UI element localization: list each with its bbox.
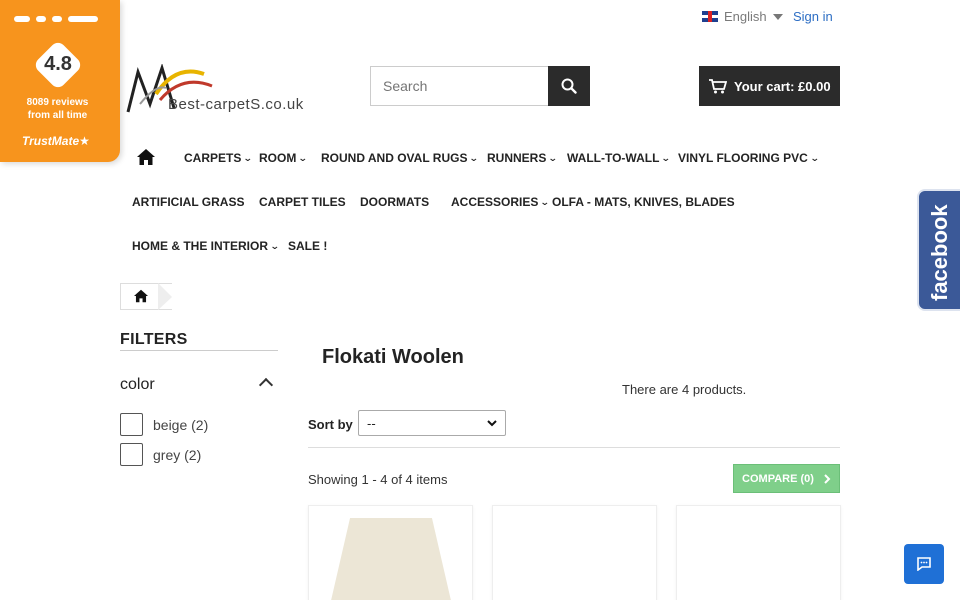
home-icon <box>134 289 148 303</box>
chevron-down-icon: ⌄ <box>243 152 254 163</box>
cart-button[interactable]: Your cart: £0.00 <box>699 66 840 106</box>
chevron-right-icon <box>824 473 831 484</box>
sign-in-link[interactable]: Sign in <box>793 9 833 24</box>
menu-item-carpet-tiles[interactable]: CARPET TILES <box>259 195 346 209</box>
product-card[interactable] <box>492 505 657 600</box>
search-bar <box>370 66 590 106</box>
menu-item-accessories[interactable]: ACCESSORIES ⌄ <box>451 195 551 209</box>
showing-items: Showing 1 - 4 of 4 items <box>308 472 448 487</box>
product-image[interactable] <box>327 518 455 600</box>
search-input[interactable] <box>370 66 548 106</box>
trustmate-dashes <box>14 16 98 22</box>
trustmate-logo: TrustMate★ <box>22 134 90 148</box>
rating-score: 4.8 <box>44 53 72 75</box>
caret-down-icon <box>772 13 783 20</box>
chevron-down-icon: ⌄ <box>548 152 559 163</box>
chevron-down-icon: ⌄ <box>269 240 280 251</box>
chevron-down-icon <box>487 419 497 426</box>
filter-option-label: grey (2) <box>153 446 202 463</box>
rating-diamond: 4.8 <box>32 39 84 91</box>
chevron-down-icon: ⌄ <box>809 152 820 163</box>
sort-select[interactable]: -- <box>358 410 506 436</box>
compare-button[interactable]: COMPARE (0) <box>733 464 840 493</box>
language-label: English <box>724 9 767 24</box>
menu-item-wall-to-wall[interactable]: WALL-TO-WALL ⌄ <box>567 151 672 165</box>
product-card[interactable] <box>308 505 473 600</box>
chevron-down-icon: ⌄ <box>540 196 551 207</box>
search-icon <box>561 78 577 94</box>
cart-label: Your cart: £0.00 <box>734 78 831 94</box>
menu-item-artificial-grass[interactable]: ARTIFICIAL GRASS <box>132 195 244 209</box>
sort-by-label: Sort by <box>308 417 353 432</box>
uk-flag-icon <box>702 11 718 22</box>
chevron-down-icon: ⌄ <box>298 152 309 163</box>
home-icon <box>137 149 155 165</box>
menu-item-carpets[interactable]: CARPETS ⌄ <box>184 151 254 165</box>
filter-option-label: beige (2) <box>153 416 209 433</box>
chat-button[interactable] <box>904 544 944 584</box>
facebook-label: facebook <box>927 204 952 301</box>
menu-item-olfa[interactable]: OLFA - MATS, KNIVES, BLADES <box>552 195 735 209</box>
sort-value: -- <box>367 415 376 431</box>
menu-item-home-interior[interactable]: HOME & THE INTERIOR ⌄ <box>132 239 280 253</box>
home-menu-button[interactable] <box>136 148 156 171</box>
chat-icon <box>917 557 931 571</box>
filters-title: FILTERS <box>120 331 188 348</box>
trustmate-badge[interactable]: 4.8 8089 reviews from all time TrustMate… <box>0 0 120 162</box>
checkbox[interactable] <box>120 443 143 466</box>
search-button[interactable] <box>548 66 590 106</box>
logo-text: Best-carpetS.co.uk <box>168 96 304 113</box>
breadcrumb-arrow <box>158 283 172 310</box>
product-card[interactable] <box>676 505 841 600</box>
breadcrumb-home[interactable] <box>133 289 149 308</box>
product-count: There are 4 products. <box>622 382 747 397</box>
menu-item-vinyl-flooring[interactable]: VINYL FLOORING PVC ⌄ <box>678 151 820 165</box>
facebook-tab[interactable]: facebook <box>917 189 960 311</box>
menu-item-sale[interactable]: SALE ! <box>288 239 327 253</box>
chevron-up-icon[interactable] <box>258 377 274 393</box>
cart-icon <box>709 78 727 93</box>
filter-option-grey[interactable]: grey (2) <box>120 443 201 466</box>
language-selector[interactable]: English <box>702 9 783 24</box>
menu-item-round-and-oval-rugs[interactable]: ROUND AND OVAL RUGS ⌄ <box>321 151 480 165</box>
site-logo[interactable]: Best-carpetS.co.uk <box>126 63 336 120</box>
star-icon: ★ <box>79 134 90 148</box>
menu-item-room[interactable]: ROOM ⌄ <box>259 151 309 165</box>
chevron-down-icon: ⌄ <box>469 152 480 163</box>
page-title: Flokati Woolen <box>322 346 464 368</box>
chevron-down-icon: ⌄ <box>661 152 672 163</box>
filter-option-beige[interactable]: beige (2) <box>120 413 208 436</box>
checkbox[interactable] <box>120 413 143 436</box>
divider <box>308 447 840 448</box>
filters-divider <box>120 350 278 351</box>
review-count: 8089 reviews from all time <box>26 97 89 121</box>
facet-color-title[interactable]: color <box>120 376 155 394</box>
menu-item-runners[interactable]: RUNNERS ⌄ <box>487 151 559 165</box>
menu-item-doormats[interactable]: DOORMATS <box>360 195 429 209</box>
